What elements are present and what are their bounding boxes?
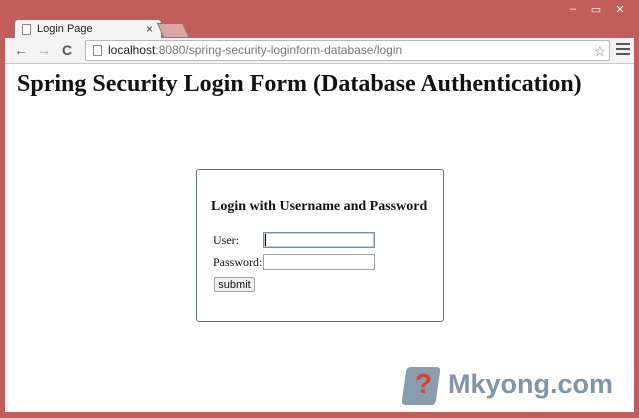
url-path: :8080/spring-security-loginform-database… (155, 43, 403, 57)
password-input[interactable] (263, 254, 375, 270)
submit-button[interactable]: submit (214, 277, 255, 292)
page-content: Spring Security Login Form (Database Aut… (5, 64, 634, 412)
title-bar: Login Page × – ▭ ✕ (0, 0, 639, 39)
back-icon[interactable]: ← (13, 42, 29, 58)
page-icon (22, 24, 31, 35)
password-label: Password: (213, 255, 263, 269)
browser-tab[interactable]: Login Page × (14, 19, 162, 39)
page-title: Spring Security Login Form (Database Aut… (17, 71, 582, 97)
user-label: User: (213, 233, 239, 247)
browser-toolbar: ← → C localhost:8080/spring-security-log… (5, 38, 634, 64)
tab-close-icon[interactable]: × (146, 20, 153, 38)
logo-text: Mkyong.com (448, 369, 614, 399)
browser-window: Login Page × – ▭ ✕ ← → C localhost:8080/… (0, 0, 639, 418)
bookmark-star-icon[interactable]: ☆ (593, 42, 606, 61)
new-tab-button[interactable] (156, 23, 190, 37)
login-form: Login with Username and Password User: P… (196, 169, 444, 322)
reload-icon[interactable]: C (59, 42, 75, 58)
username-input[interactable] (263, 232, 375, 248)
watermark-logo: ? Mkyong.com (400, 365, 632, 409)
close-window-icon[interactable]: ✕ (610, 3, 630, 16)
maximize-icon[interactable]: ▭ (586, 3, 606, 16)
menu-icon[interactable] (616, 43, 630, 58)
address-bar[interactable]: localhost:8080/spring-security-loginform… (85, 40, 610, 61)
minimize-icon[interactable]: – (563, 3, 583, 15)
text-caret (265, 234, 266, 246)
url-host: localhost (108, 43, 156, 57)
forward-icon[interactable]: → (36, 42, 52, 58)
logo-question-mark: ? (415, 368, 433, 399)
login-heading: Login with Username and Password (211, 199, 428, 214)
tab-title: Login Page (37, 23, 93, 35)
page-icon (93, 45, 102, 56)
